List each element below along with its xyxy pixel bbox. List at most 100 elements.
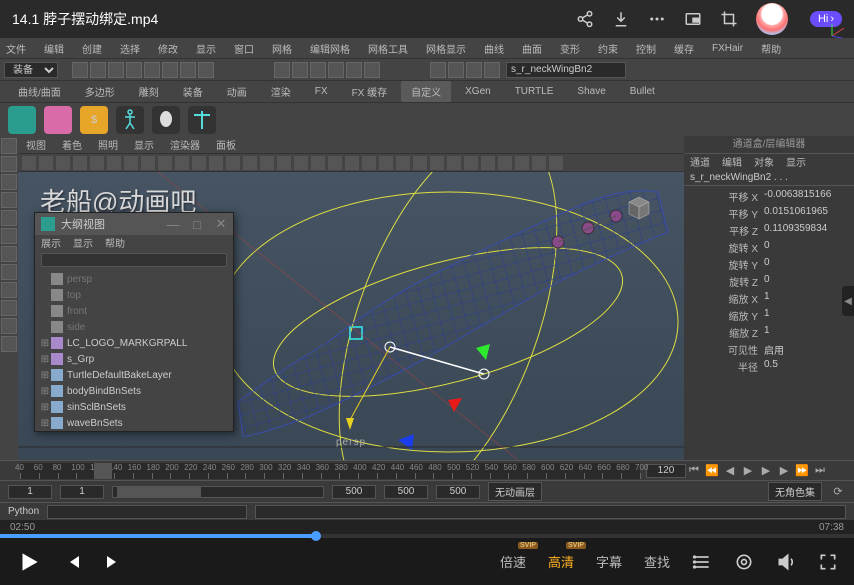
menu-item[interactable]: 编辑网格 [310,41,350,56]
shelf-button[interactable] [44,106,72,134]
status-icon[interactable] [108,62,124,78]
sync-icon[interactable]: ⟳ [830,484,846,500]
shelf-button[interactable] [8,106,36,134]
side-panel-toggle[interactable]: ◀ [842,286,854,316]
outliner-menu-item[interactable]: 展示 [41,235,61,251]
iconbar-icon[interactable] [107,156,121,170]
menu-item[interactable]: 约束 [598,41,618,56]
selection-name-field[interactable] [506,62,626,78]
cb-menu-item[interactable]: 显示 [786,154,806,170]
tool-icon[interactable] [1,228,17,244]
lasso-tool[interactable] [1,156,17,172]
channel-attr[interactable]: 缩放 X1 [684,290,854,307]
channel-attr[interactable]: 缩放 Y1 [684,307,854,324]
iconbar-icon[interactable] [379,156,393,170]
shelf-button[interactable]: $ [80,106,108,134]
more-icon[interactable] [648,10,666,28]
channel-attr[interactable]: 平移 X-0.0063815166 [684,188,854,205]
shelf-tab[interactable]: FX [305,83,338,100]
select-tool[interactable] [1,138,17,154]
volume-icon[interactable] [776,552,796,572]
menu-item[interactable]: 修改 [158,41,178,56]
menu-item[interactable]: 控制 [636,41,656,56]
tool-icon[interactable] [1,264,17,280]
iconbar-icon[interactable] [73,156,87,170]
tool-icon[interactable] [1,336,17,352]
menu-item[interactable]: FXHair [712,43,743,54]
shelf-button-tpose[interactable] [188,106,216,134]
channel-attr[interactable]: 旋转 Z0 [684,273,854,290]
iconbar-icon[interactable] [22,156,36,170]
iconbar-icon[interactable] [345,156,359,170]
iconbar-icon[interactable] [243,156,257,170]
outliner-item[interactable]: ⊞waveBnSets [35,415,233,431]
panel-menu-item[interactable]: 照明 [98,137,118,152]
maximize-button[interactable]: □ [185,213,209,235]
outliner-item[interactable]: top [35,287,233,303]
shelf-tab[interactable]: Shave [567,83,615,100]
render-icon[interactable] [448,62,464,78]
shelf-tab[interactable]: 渲染 [261,81,301,102]
iconbar-icon[interactable] [311,156,325,170]
snap-icon[interactable] [328,62,344,78]
status-icon[interactable] [72,62,88,78]
download-icon[interactable] [612,10,630,28]
step-back-key[interactable]: ⏪ [704,463,720,479]
range-bar[interactable] [112,486,324,498]
iconbar-icon[interactable] [413,156,427,170]
iconbar-icon[interactable] [464,156,478,170]
tool-icon[interactable] [1,318,17,334]
iconbar-icon[interactable] [158,156,172,170]
snap-icon[interactable] [310,62,326,78]
iconbar-icon[interactable] [175,156,189,170]
cb-menu-item[interactable]: 通道 [690,154,710,170]
iconbar-icon[interactable] [209,156,223,170]
panel-menu-item[interactable]: 面板 [216,137,236,152]
speed-button[interactable]: 倍速 [500,552,526,571]
iconbar-icon[interactable] [260,156,274,170]
menu-item[interactable]: 网格 [272,41,292,56]
shelf-tab[interactable]: FX 缓存 [342,81,398,102]
minimize-button[interactable]: — [161,213,185,235]
outliner-item[interactable]: side [35,319,233,335]
menu-item[interactable]: 网格显示 [426,41,466,56]
cb-menu-item[interactable]: 编辑 [722,154,742,170]
status-icon[interactable] [198,62,214,78]
cb-menu-item[interactable]: 对象 [754,154,774,170]
tool-icon[interactable] [1,246,17,262]
viewcube-icon[interactable] [624,192,654,222]
snap-icon[interactable] [274,62,290,78]
menu-item[interactable]: 曲面 [522,41,542,56]
outliner-item[interactable]: ⊞s_Grp [35,351,233,367]
play-back[interactable]: ▶ [740,463,756,479]
panel-menu-item[interactable]: 渲染器 [170,137,200,152]
outliner-item[interactable]: ⊞sinSclBnSets [35,399,233,415]
snap-icon[interactable] [346,62,362,78]
outliner-item[interactable]: ⊞LC_LOGO_MARKGRPALL [35,335,233,351]
iconbar-icon[interactable] [498,156,512,170]
iconbar-icon[interactable] [277,156,291,170]
goto-start[interactable]: ⏮ [686,463,702,479]
shelf-tab[interactable]: TURTLE [505,83,564,100]
menu-item[interactable]: 选择 [120,41,140,56]
anim-layer-dropdown[interactable]: 无动画层 [488,482,542,501]
iconbar-icon[interactable] [328,156,342,170]
fullscreen-icon[interactable] [818,552,838,572]
menu-item[interactable]: 变形 [560,41,580,56]
prev-button[interactable] [64,553,82,571]
menu-item[interactable]: 创建 [82,41,102,56]
scale-tool[interactable] [1,210,17,226]
time-slider[interactable]: 4060801001201401601802002202402602803003… [0,460,854,480]
shelf-tab[interactable]: 曲线/曲面 [8,81,71,102]
iconbar-icon[interactable] [294,156,308,170]
shelf-button-head[interactable] [152,106,180,134]
channel-attr[interactable]: 缩放 Z1 [684,324,854,341]
outliner-item[interactable]: ⊞bodyBindBnSets [35,383,233,399]
rotate-tool[interactable] [1,192,17,208]
iconbar-icon[interactable] [141,156,155,170]
charset-dropdown[interactable]: 无角色集 [768,482,822,501]
move-tool[interactable] [1,174,17,190]
video-progress-bar[interactable] [0,534,854,538]
range-start[interactable]: 1 [8,485,52,499]
viewport[interactable]: 老船@动画吧 大纲视图 — □ ✕ 展示显示帮助 persptopfrontsi… [18,172,684,460]
